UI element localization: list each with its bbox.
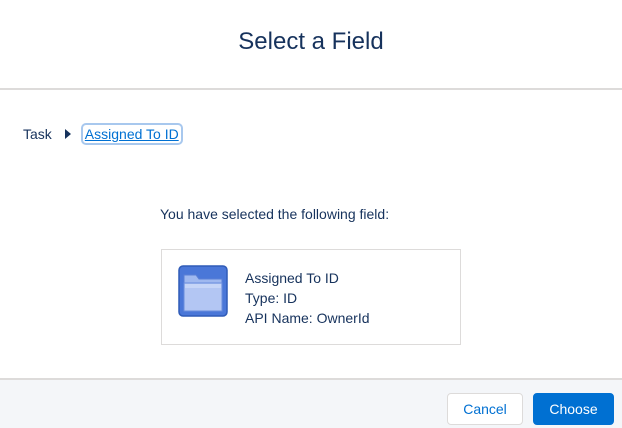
breadcrumb-root: Task [23,126,52,142]
selection-message: You have selected the following field: [160,206,390,222]
selected-field-card: Assigned To ID Type: ID API Name: OwnerI… [161,249,461,345]
modal-footer: Cancel Choose [0,378,622,428]
breadcrumb-current-link[interactable]: Assigned To ID [83,125,181,143]
choose-button[interactable]: Choose [533,393,614,425]
folder-icon [178,265,228,317]
modal-title: Select a Field [238,28,384,55]
cancel-button[interactable]: Cancel [447,393,523,425]
field-api-name: API Name: OwnerId [245,310,370,326]
select-field-modal: Select a Field Task Assigned To ID You h… [0,0,622,428]
breadcrumb: Task Assigned To ID [23,125,181,143]
field-details: Assigned To ID Type: ID API Name: OwnerI… [245,268,370,328]
field-label: Assigned To ID [245,270,339,286]
field-type: Type: ID [245,290,298,306]
modal-header: Select a Field [0,0,622,90]
caret-right-icon [64,129,71,139]
